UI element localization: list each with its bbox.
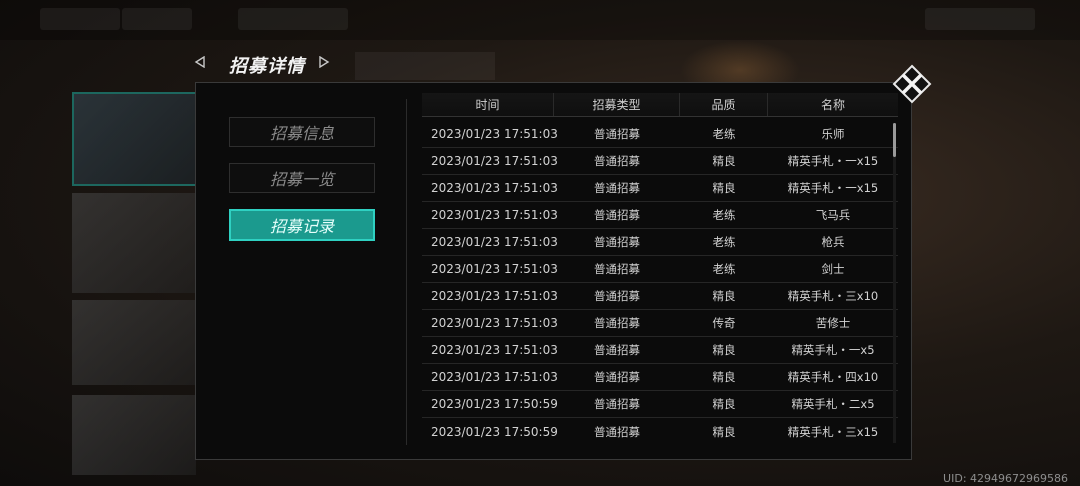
cell-type: 普通招募 (594, 181, 640, 195)
table-row: 2023/01/23 17:51:03 普通招募 传奇 苦修士 (422, 310, 898, 337)
cell-name: 精英手札・一x15 (787, 154, 879, 168)
cell-quality: 精良 (712, 370, 736, 384)
cell-type: 普通招募 (594, 316, 640, 330)
prev-page-icon[interactable] (194, 55, 206, 71)
cell-quality: 精良 (712, 397, 736, 411)
background-card (72, 193, 196, 293)
background-banner (355, 52, 495, 80)
recruit-detail-panel: 招募信息 招募一览 招募记录 时间 招募类型 品质 名称 2023/01/23 … (195, 82, 912, 460)
background-card (72, 395, 196, 475)
table-scrollbar[interactable] (893, 123, 896, 443)
background-nav-pill (238, 8, 348, 30)
cell-quality: 老练 (712, 235, 736, 249)
cell-quality: 精良 (712, 181, 736, 195)
menu-item-label: 招募记录 (269, 217, 334, 236)
menu-item-label: 招募信息 (269, 124, 334, 143)
cell-quality: 精良 (712, 343, 736, 357)
column-header-quality: 品质 (680, 93, 768, 116)
cell-quality: 传奇 (712, 316, 736, 330)
panel-divider (406, 99, 407, 445)
cell-time: 2023/01/23 17:51:03 (431, 370, 558, 384)
cell-name: 飞马兵 (815, 208, 851, 222)
background-card (72, 92, 200, 186)
page-title: 招募详情 (229, 56, 305, 77)
table-row: 2023/01/23 17:50:59 普通招募 精良 精英手札・三x15 (422, 418, 898, 445)
cell-quality: 精良 (712, 154, 736, 168)
table-body[interactable]: 2023/01/23 17:51:03 普通招募 老练 乐师 2023/01/2… (422, 121, 898, 445)
cell-name: 精英手札・二x5 (791, 397, 875, 411)
cell-time: 2023/01/23 17:51:03 (431, 343, 558, 357)
background-nav-pill (122, 8, 192, 30)
cell-type: 普通招募 (594, 397, 640, 411)
cell-name: 剑士 (821, 262, 845, 276)
cell-quality: 精良 (712, 289, 736, 303)
triangle-right-icon (319, 55, 330, 69)
cell-name: 精英手札・三x15 (787, 424, 879, 439)
table-row: 2023/01/23 17:51:03 普通招募 老练 乐师 (422, 121, 898, 148)
cell-time: 2023/01/23 17:50:59 (431, 424, 558, 439)
cell-type: 普通招募 (594, 208, 640, 222)
cell-name: 精英手札・四x10 (787, 370, 879, 384)
cell-time: 2023/01/23 17:51:03 (431, 181, 558, 195)
close-x-icon (892, 64, 932, 104)
uid-label: UID: 42949672969586 (943, 472, 1068, 485)
close-button[interactable] (892, 64, 932, 104)
cell-type: 普通招募 (594, 262, 640, 276)
cell-time: 2023/01/23 17:51:03 (431, 289, 558, 303)
table-row: 2023/01/23 17:51:03 普通招募 精良 精英手札・一x5 (422, 337, 898, 364)
table-header: 时间 招募类型 品质 名称 (422, 93, 898, 117)
cell-name: 精英手札・三x10 (787, 289, 879, 303)
cell-type: 普通招募 (594, 370, 640, 384)
cell-type: 普通招募 (594, 127, 640, 141)
scrollbar-thumb[interactable] (893, 123, 896, 157)
table-row: 2023/01/23 17:51:03 普通招募 精良 精英手札・一x15 (422, 175, 898, 202)
column-header-time: 时间 (422, 93, 554, 116)
next-page-icon[interactable] (318, 55, 330, 71)
cell-type: 普通招募 (594, 289, 640, 303)
cell-time: 2023/01/23 17:51:03 (431, 154, 558, 168)
triangle-left-icon (194, 55, 205, 69)
cell-name: 苦修士 (815, 316, 851, 330)
cell-time: 2023/01/23 17:50:59 (431, 397, 558, 411)
cell-quality: 老练 (712, 127, 736, 141)
cell-name: 精英手札・一x15 (787, 181, 879, 195)
table-row: 2023/01/23 17:51:03 普通招募 老练 剑士 (422, 256, 898, 283)
cell-type: 普通招募 (594, 343, 640, 357)
cell-time: 2023/01/23 17:51:03 (431, 316, 558, 330)
cell-time: 2023/01/23 17:51:03 (431, 262, 558, 276)
table-row: 2023/01/23 17:51:03 普通招募 精良 精英手札・四x10 (422, 364, 898, 391)
background-currency-pill (925, 8, 1035, 30)
cell-type: 普通招募 (594, 154, 640, 168)
table-row: 2023/01/23 17:51:03 普通招募 老练 飞马兵 (422, 202, 898, 229)
cell-name: 乐师 (821, 127, 845, 141)
cell-name: 精英手札・一x5 (791, 343, 875, 357)
column-header-name: 名称 (820, 98, 845, 112)
menu-recruit-info-button[interactable]: 招募信息 (229, 117, 375, 147)
cell-quality: 老练 (712, 262, 736, 276)
cell-time: 2023/01/23 17:51:03 (431, 127, 558, 141)
column-header-type: 招募类型 (554, 93, 680, 116)
cell-time: 2023/01/23 17:51:03 (431, 208, 558, 222)
cell-quality: 老练 (712, 208, 736, 222)
menu-recruit-record-button[interactable]: 招募记录 (229, 209, 375, 241)
cell-type: 普通招募 (594, 424, 640, 439)
cell-type: 普通招募 (594, 235, 640, 249)
cell-quality: 精良 (712, 424, 736, 439)
menu-recruit-overview-button[interactable]: 招募一览 (229, 163, 375, 193)
table-row: 2023/01/23 17:51:03 普通招募 精良 精英手札・三x10 (422, 283, 898, 310)
cell-time: 2023/01/23 17:51:03 (431, 235, 558, 249)
cell-name: 枪兵 (821, 235, 845, 249)
background-nav-pill (40, 8, 120, 30)
table-row: 2023/01/23 17:51:03 普通招募 精良 精英手札・一x15 (422, 148, 898, 175)
table-row: 2023/01/23 17:51:03 普通招募 老练 枪兵 (422, 229, 898, 256)
background-card (72, 300, 196, 385)
table-row: 2023/01/23 17:50:59 普通招募 精良 精英手札・二x5 (422, 391, 898, 418)
menu-item-label: 招募一览 (269, 170, 334, 189)
background-top-bar (0, 0, 1080, 40)
